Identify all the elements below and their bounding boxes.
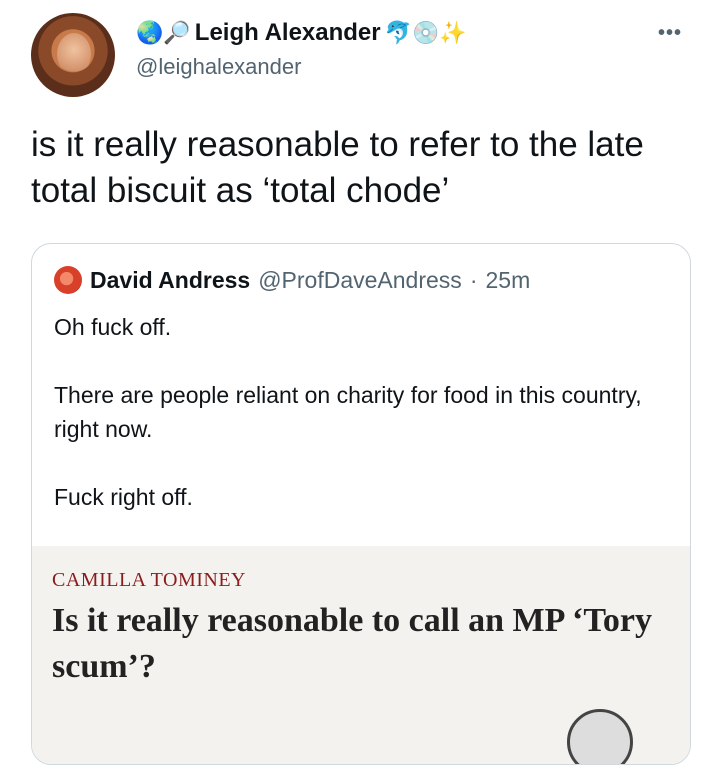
quoted-author-handle[interactable]: @ProfDaveAndress	[258, 267, 462, 294]
globe-magnifier-emoji-icon: 🌏🔎	[136, 20, 191, 45]
separator-dot: ·	[469, 266, 478, 293]
link-preview-card[interactable]: CAMILLA TOMINEY Is it really reasonable …	[32, 546, 690, 764]
quoted-tweet-header: David Andress @ProfDaveAndress · 25m	[54, 266, 530, 294]
quoted-paragraph: Oh fuck off.	[54, 314, 172, 340]
quoted-tweet-time[interactable]: 25m	[485, 267, 530, 294]
dolphin-disc-sparkles-emoji-icon: 🐬💿✨	[384, 20, 467, 45]
author-name-row[interactable]: 🌏🔎 Leigh Alexander 🐬💿✨	[136, 15, 467, 51]
quoted-author-avatar[interactable]	[54, 266, 82, 294]
article-author-photo	[567, 709, 633, 764]
quoted-paragraph: There are people reliant on charity for …	[54, 382, 642, 442]
quoted-author-name[interactable]: David Andress	[90, 267, 250, 294]
more-options-icon[interactable]: •••	[658, 22, 682, 45]
quoted-tweet-body: Oh fuck off. There are people reliant on…	[54, 310, 674, 514]
author-handle[interactable]: @leighalexander	[136, 54, 301, 80]
author-display-name[interactable]: Leigh Alexander	[195, 19, 381, 47]
article-author: CAMILLA TOMINEY	[52, 569, 246, 591]
author-avatar[interactable]	[31, 13, 115, 97]
quoted-tweet[interactable]: David Andress @ProfDaveAndress · 25m Oh …	[31, 243, 691, 765]
quoted-paragraph: Fuck right off.	[54, 484, 193, 510]
article-title: Is it really reasonable to call an MP ‘T…	[52, 602, 653, 685]
tweet-text: is it really reasonable to refer to the …	[31, 125, 644, 210]
